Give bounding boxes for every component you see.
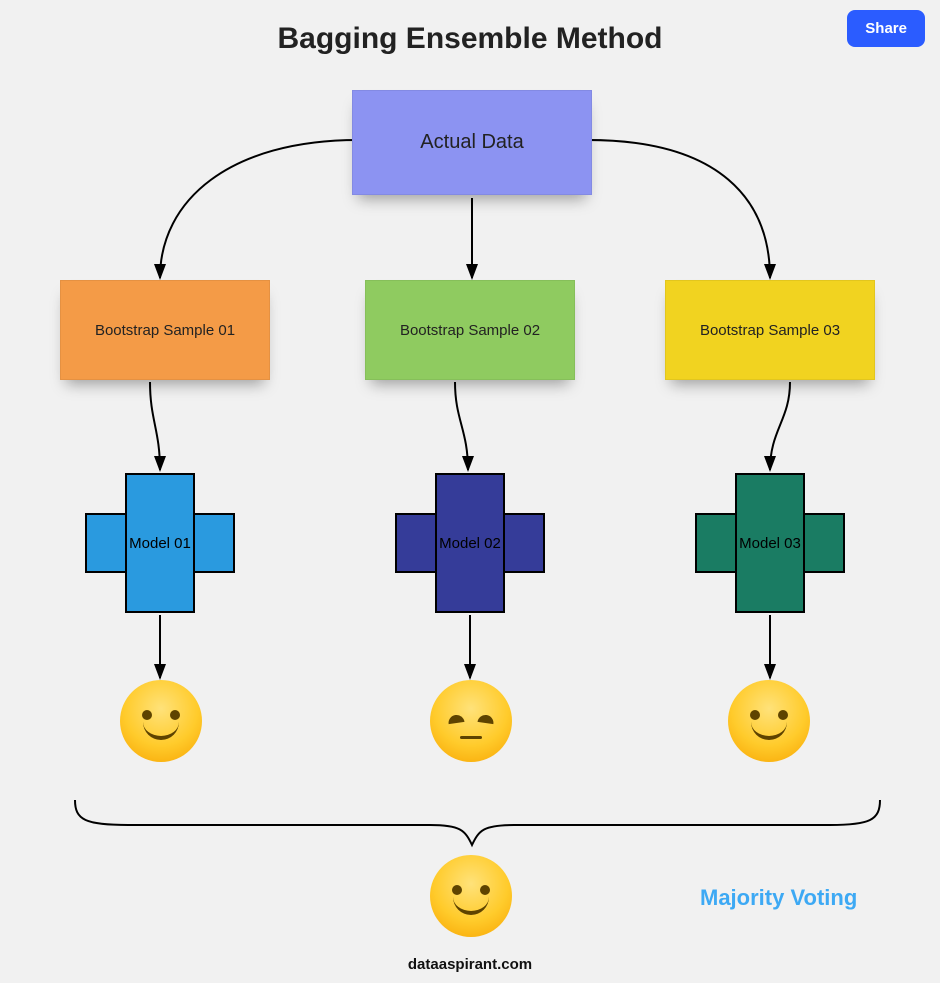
credit-label: dataaspirant.com <box>408 956 532 973</box>
output-icon-2 <box>430 680 512 762</box>
model-node-1-label: Model 01 <box>129 535 191 552</box>
model-node-1: Model 01 <box>85 468 235 618</box>
aggregate-output-icon <box>430 855 512 937</box>
diagram-title: Bagging Ensemble Method <box>0 0 940 56</box>
sample-node-1: Bootstrap Sample 01 <box>60 280 270 380</box>
root-node: Actual Data <box>352 90 592 195</box>
aggregate-label: Majority Voting <box>700 885 857 911</box>
root-node-label: Actual Data <box>420 131 523 154</box>
model-node-2-label: Model 02 <box>439 535 501 552</box>
model-node-2: Model 02 <box>395 468 545 618</box>
output-icon-3 <box>728 680 810 762</box>
sample-node-2-label: Bootstrap Sample 02 <box>400 322 540 339</box>
model-node-3-label: Model 03 <box>739 535 801 552</box>
sample-node-1-label: Bootstrap Sample 01 <box>95 322 235 339</box>
sample-node-3-label: Bootstrap Sample 03 <box>700 322 840 339</box>
sample-node-2: Bootstrap Sample 02 <box>365 280 575 380</box>
sample-node-3: Bootstrap Sample 03 <box>665 280 875 380</box>
model-node-3: Model 03 <box>695 468 845 618</box>
output-icon-1 <box>120 680 202 762</box>
share-button[interactable]: Share <box>847 10 925 47</box>
